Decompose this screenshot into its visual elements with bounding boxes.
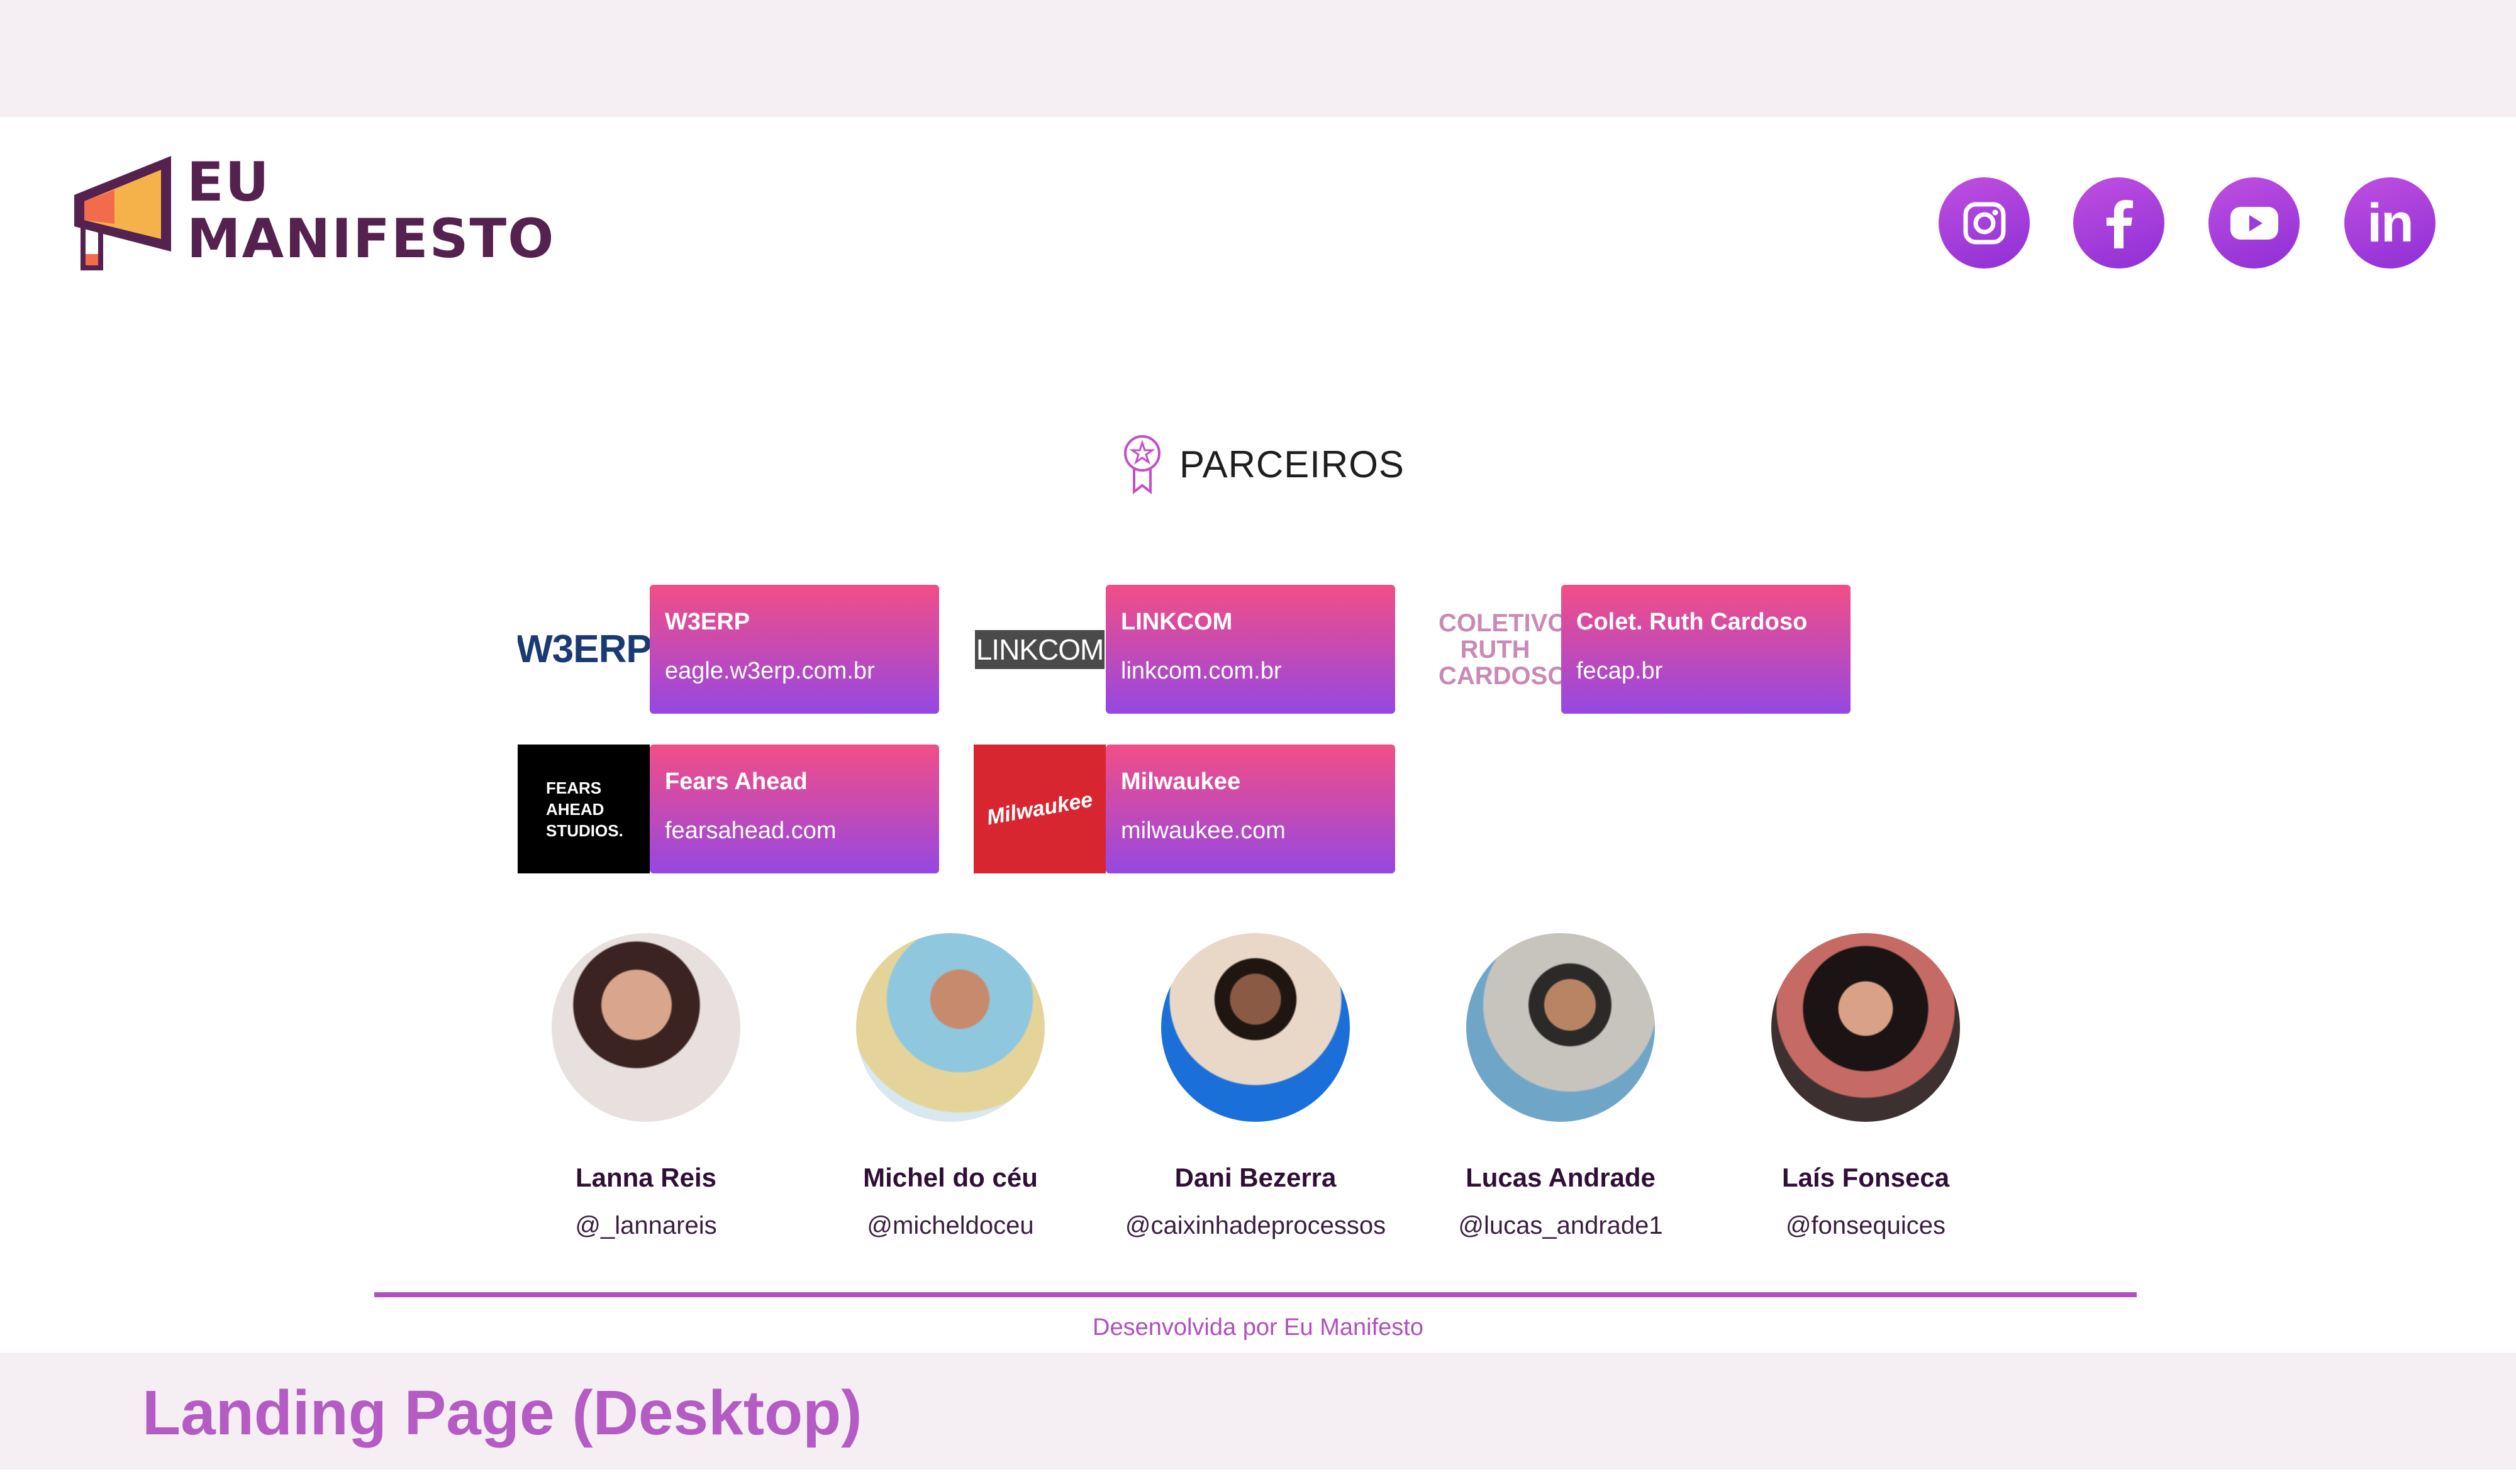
member-name: Lucas Andrade	[1466, 1163, 1656, 1192]
partner-card[interactable]: W3ERP eagle.w3erp.com.br	[650, 585, 939, 714]
partner-url[interactable]: eagle.w3erp.com.br	[665, 658, 939, 685]
member-name: Lanna Reis	[575, 1163, 717, 1192]
footer-divider	[374, 1292, 2137, 1297]
partner-w3erp[interactable]: W3ERP W3ERP eagle.w3erp.com.br	[518, 585, 939, 714]
member-name: Dani Bezerra	[1174, 1163, 1337, 1192]
avatar	[1161, 933, 1350, 1122]
youtube-button[interactable]	[2208, 177, 2300, 269]
avatar	[1466, 933, 1655, 1122]
partner-logo-text: FEARS AHEAD STUDIOS.	[546, 778, 623, 840]
facebook-icon	[2106, 199, 2133, 248]
partner-fears-ahead[interactable]: FEARS AHEAD STUDIOS. Fears Ahead fearsah…	[518, 745, 939, 873]
caption-title: Landing Page (Desktop)	[142, 1378, 862, 1448]
partner-logo: COLETIVO RUTH CARDOSO	[1429, 585, 1561, 714]
avatar	[552, 933, 740, 1122]
partner-card[interactable]: Fears Ahead fearsahead.com	[650, 745, 939, 873]
partner-milwaukee[interactable]: Milwaukee Milwaukee milwaukee.com	[974, 745, 1395, 873]
partner-logo-text: COLETIVO RUTH CARDOSO	[1439, 609, 1561, 690]
award-ribbon-icon	[1124, 435, 1161, 494]
partner-url[interactable]: linkcom.com.br	[1121, 658, 1395, 685]
member-name: Michel do céu	[863, 1163, 1038, 1192]
instagram-icon	[1963, 202, 2005, 244]
partner-card[interactable]: Milwaukee milwaukee.com	[1106, 745, 1395, 873]
partner-ruth-cardoso[interactable]: COLETIVO RUTH CARDOSO Colet. Ruth Cardos…	[1429, 585, 1851, 714]
partners-title: PARCEIROS	[1179, 443, 1405, 485]
partner-name: LINKCOM	[1121, 609, 1233, 635]
partner-logo-text: LINKCOM	[974, 629, 1105, 669]
linkedin-icon: in	[2367, 192, 2413, 253]
instagram-button[interactable]	[1939, 177, 2030, 269]
avatar	[856, 933, 1045, 1122]
avatar	[1771, 933, 1960, 1122]
partner-card[interactable]: Colet. Ruth Cardoso fecap.br	[1561, 585, 1851, 714]
facebook-button[interactable]	[2073, 177, 2164, 269]
footer-credit: Desenvolvida por Eu Manifesto	[1093, 1314, 1423, 1341]
partner-name: Colet. Ruth Cardoso	[1576, 609, 1808, 635]
team-member[interactable]: Lanna Reis @_lannareis	[501, 933, 791, 1240]
logo[interactable]: EU MANIFESTO	[70, 151, 554, 289]
partner-url[interactable]: milwaukee.com	[1121, 817, 1395, 844]
partner-logo: LINKCOM	[974, 585, 1106, 714]
team-member[interactable]: Laís Fonseca @fonsequices	[1721, 933, 2010, 1240]
partner-logo: FEARS AHEAD STUDIOS.	[518, 745, 650, 873]
partner-name: Milwaukee	[1121, 768, 1241, 795]
member-handle[interactable]: @fonsequices	[1721, 1212, 2010, 1240]
partner-logo-text: Milwaukee	[984, 787, 1094, 830]
youtube-icon	[2230, 206, 2278, 240]
partner-logo: W3ERP	[518, 585, 650, 714]
linkedin-button[interactable]: in	[2344, 177, 2435, 269]
partner-name: Fears Ahead	[665, 768, 808, 795]
member-handle[interactable]: @_lannareis	[501, 1212, 791, 1240]
logo-line2: MANIFESTO	[187, 208, 555, 270]
team-member[interactable]: Dani Bezerra @caixinhadeprocessos	[1111, 933, 1400, 1240]
partner-linkcom[interactable]: LINKCOM LINKCOM linkcom.com.br	[974, 585, 1395, 714]
partner-name: W3ERP	[665, 609, 750, 635]
team-member[interactable]: Lucas Andrade @lucas_andrade1	[1416, 933, 1705, 1240]
partner-card[interactable]: LINKCOM linkcom.com.br	[1106, 585, 1395, 714]
logo-line1: EU	[187, 151, 270, 214]
partner-logo: Milwaukee	[974, 745, 1106, 873]
top-band	[0, 0, 2516, 117]
partner-url[interactable]: fearsahead.com	[665, 817, 939, 844]
megaphone-icon	[74, 156, 171, 270]
member-handle[interactable]: @lucas_andrade1	[1416, 1212, 1705, 1240]
member-handle[interactable]: @caixinhadeprocessos	[1111, 1212, 1400, 1240]
page: EU MANIFESTO in PARCEIROS W3ERP W3ERP ea…	[0, 0, 2516, 1484]
member-name: Laís Fonseca	[1781, 1163, 1950, 1192]
partners-heading: PARCEIROS	[1123, 434, 1405, 494]
member-handle[interactable]: @micheldoceu	[806, 1212, 1095, 1240]
partner-logo-text: W3ERP	[518, 628, 650, 671]
team-member[interactable]: Michel do céu @micheldoceu	[806, 933, 1095, 1240]
partner-url[interactable]: fecap.br	[1576, 658, 1851, 685]
